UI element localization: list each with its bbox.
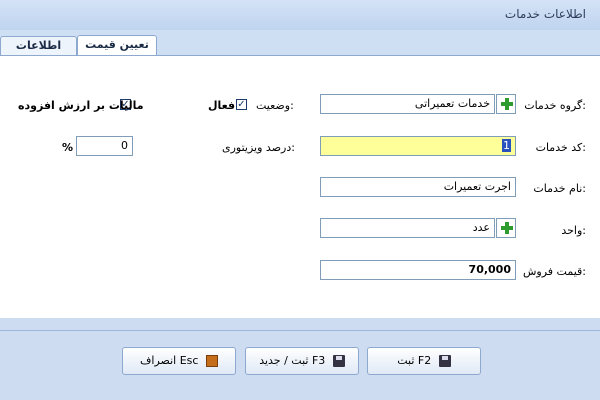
status-checkbox-label: فعال — [208, 99, 236, 112]
divider — [0, 330, 600, 331]
service-code-input[interactable]: 1 — [320, 136, 516, 156]
vat-checkbox-label: مالیات بر ارزش افزوده — [18, 99, 144, 112]
status-label: وضعیت: — [256, 99, 294, 112]
title-bar: اطلاعات خدمات — [0, 0, 600, 31]
add-unit-icon[interactable] — [496, 218, 516, 238]
exit-door-icon — [205, 355, 218, 367]
save-new-button-label: ثبت / جدید F3 — [259, 354, 326, 367]
sale-price-input[interactable]: 70,000 — [320, 260, 516, 280]
save-button-label: ثبت F2 — [397, 354, 432, 367]
percent-sign: % — [62, 141, 74, 154]
service-group-field[interactable]: خدمات تعمیراتی — [320, 94, 495, 114]
status-checkbox[interactable]: ✓ — [236, 99, 247, 110]
cancel-button-label: انصراف Esc — [140, 354, 199, 367]
sale-price-label: قیمت فروش: — [522, 265, 586, 278]
save-disk-icon — [438, 355, 451, 367]
unit-field[interactable]: عدد — [320, 218, 495, 238]
visitor-percent-label: درصد ویزیتوری: — [222, 141, 295, 154]
cancel-button[interactable]: انصراف Esc — [122, 347, 236, 375]
save-new-button[interactable]: ثبت / جدید F3 — [245, 347, 359, 375]
service-group-label: گروه خدمات: — [524, 99, 586, 112]
visitor-percent-input[interactable]: 0 — [76, 136, 133, 156]
save-button[interactable]: ثبت F2 — [367, 347, 481, 375]
window-title: اطلاعات خدمات — [504, 7, 586, 21]
add-service-group-icon[interactable] — [496, 94, 516, 114]
unit-label: واحد: — [561, 224, 586, 237]
tab-general-info[interactable]: اطلاعات عمومی — [0, 36, 77, 70]
service-name-input[interactable]: اجرت تعمیرات — [320, 177, 516, 197]
service-code-value: 1 — [502, 139, 511, 152]
service-name-label: نام خدمات: — [533, 182, 586, 195]
form-panel: گروه خدمات: خدمات تعمیراتی وضعیت: ✓ فعال… — [0, 55, 600, 319]
save-new-disk-icon — [332, 355, 345, 367]
service-code-label: کد خدمات: — [535, 141, 586, 154]
tab-pricing[interactable]: تعیین قیمت F5 — [77, 35, 157, 69]
